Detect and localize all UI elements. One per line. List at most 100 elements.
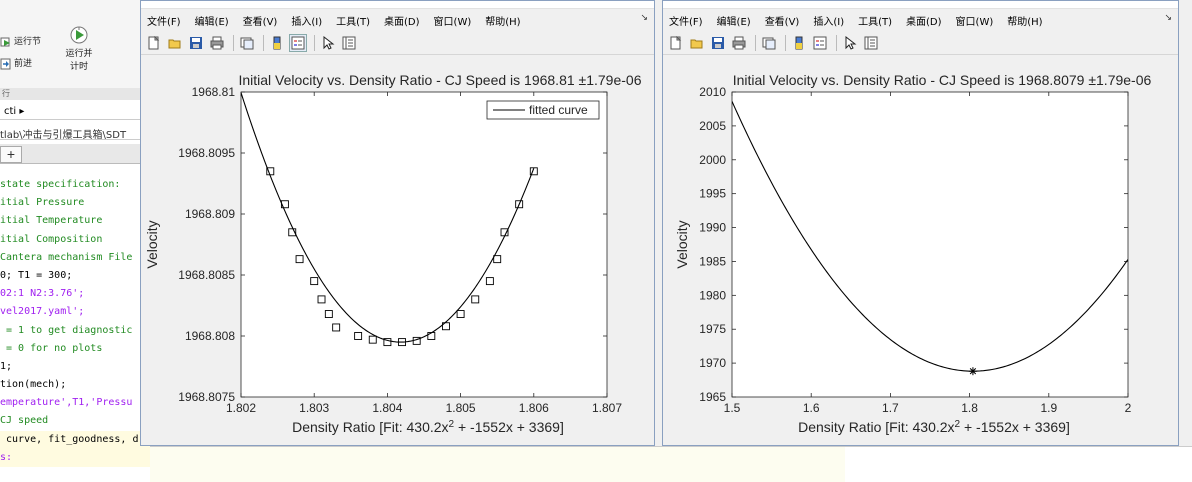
x-tick-label: 1.7	[882, 401, 899, 415]
pointer-icon[interactable]	[319, 34, 337, 52]
code-line[interactable]: = 1 to get diagnostic	[0, 322, 150, 340]
open-file-icon[interactable]	[166, 34, 184, 52]
colorbar-icon[interactable]	[790, 34, 808, 52]
pointer-icon[interactable]	[841, 34, 859, 52]
menu-insert[interactable]: 插入(I)	[291, 13, 322, 28]
code-line[interactable]: = 0 for no plots	[0, 340, 150, 358]
menu-help[interactable]: 帮助(H)	[485, 13, 520, 28]
print-icon[interactable]	[730, 34, 748, 52]
y-tick-label: 1968.8075	[178, 390, 235, 404]
advance-button[interactable]: 前进	[0, 56, 32, 70]
address-bar[interactable]: cti ▸	[0, 104, 150, 120]
y-tick-label: 1968.8085	[178, 268, 235, 282]
x-tick-label: 1.803	[299, 401, 329, 415]
figure-2-canvas[interactable]: Initial Velocity vs. Density Ratio - CJ …	[663, 55, 1179, 446]
figure-2-title-bar[interactable]	[663, 1, 1178, 9]
menu-help[interactable]: 帮助(H)	[1007, 13, 1042, 28]
code-line[interactable]: 0; T1 = 300;	[0, 267, 150, 285]
code-line[interactable]: tion(mech);	[0, 376, 150, 394]
figure-1-toolbar	[141, 31, 654, 55]
x-tick-label: 1.804	[372, 401, 402, 415]
run-and-time-icon	[62, 24, 96, 46]
save-icon[interactable]	[187, 34, 205, 52]
code-line[interactable]: state specification:	[0, 176, 150, 194]
code-line[interactable]: itial Composition	[0, 231, 150, 249]
menu-window[interactable]: 窗口(W)	[956, 13, 994, 28]
figure-1-title-bar[interactable]	[141, 1, 654, 9]
code-line[interactable]: CJ speed	[0, 412, 150, 430]
x-axis-label: Density Ratio [Fit: 430.2x2 + -1552x + 3…	[292, 419, 564, 436]
code-line[interactable]: Cantera mechanism File	[0, 249, 150, 267]
y-tick-label: 2000	[699, 153, 726, 167]
menu-tools[interactable]: 工具(T)	[336, 13, 370, 28]
property-editor-icon[interactable]	[340, 34, 358, 52]
menu-view[interactable]: 查看(V)	[765, 13, 800, 28]
menu-window[interactable]: 窗口(W)	[434, 13, 472, 28]
code-line[interactable]: itial Pressure	[0, 194, 150, 212]
legend[interactable]: fitted curve	[486, 100, 600, 120]
colorbar-icon[interactable]	[268, 34, 286, 52]
link-plot-icon[interactable]	[760, 34, 778, 52]
plot-area	[240, 91, 608, 398]
link-plot-icon[interactable]	[238, 34, 256, 52]
new-figure-icon[interactable]	[667, 34, 685, 52]
code-line[interactable]: itial Temperature	[0, 212, 150, 230]
run-and-time-label-1: 运行并	[65, 49, 93, 59]
y-tick-label: 1995	[699, 187, 726, 201]
menu-desktop[interactable]: 桌面(D)	[906, 13, 942, 28]
toolbar-separator	[755, 34, 756, 51]
x-tick-label: 1.5	[724, 401, 741, 415]
code-line[interactable]: 02:1 N2:3.76';	[0, 285, 150, 303]
right-background-panel	[845, 446, 1192, 482]
new-figure-icon[interactable]	[145, 34, 163, 52]
plot-area	[731, 91, 1129, 398]
menu-overflow-icon[interactable]: ↘	[1164, 13, 1172, 23]
menu-edit[interactable]: 编辑(E)	[717, 13, 751, 28]
property-editor-icon[interactable]	[862, 34, 880, 52]
print-icon[interactable]	[208, 34, 226, 52]
code-line[interactable]: vel2017.yaml';	[0, 303, 150, 321]
menu-view[interactable]: 查看(V)	[243, 13, 278, 28]
code-line[interactable]: s:	[0, 448, 150, 467]
advance-label: 前进	[14, 59, 33, 69]
y-tick-label: 1980	[699, 288, 726, 302]
code-line[interactable]: curve, fit_goodness, dratio_cj, plot_dat…	[0, 430, 150, 449]
legend-icon[interactable]	[289, 33, 307, 52]
menu-insert[interactable]: 插入(I)	[813, 13, 844, 28]
new-tab-button[interactable]: +	[0, 146, 22, 163]
legend-icon[interactable]	[811, 34, 829, 52]
figure-1-canvas[interactable]: Initial Velocity vs. Density Ratio - CJ …	[141, 55, 655, 446]
save-icon[interactable]	[709, 34, 727, 52]
y-tick-label: 1985	[699, 254, 726, 268]
figure-window-1[interactable]: 文件(F) 编辑(E) 查看(V) 插入(I) 工具(T) 桌面(D) 窗口(W…	[140, 0, 655, 446]
current-folder-path[interactable]: tlab\冲击与引爆工具箱\SDT	[0, 124, 150, 141]
code-line[interactable]: 1;	[0, 358, 150, 376]
toolbar-separator	[785, 34, 786, 51]
code-area[interactable]: state specification: itial Pressure itial …	[0, 176, 150, 467]
y-axis-label: Velocity	[144, 220, 160, 268]
run-section-button[interactable]: 运行节	[0, 34, 41, 48]
menu-edit[interactable]: 编辑(E)	[195, 13, 229, 28]
chart-title: Initial Velocity vs. Density Ratio - CJ …	[733, 72, 1152, 88]
menu-overflow-icon[interactable]: ↘	[640, 13, 648, 23]
editor-tab-strip: +	[0, 144, 150, 164]
y-tick-label: 1975	[699, 322, 726, 336]
toolbar-separator	[263, 34, 264, 51]
menu-file[interactable]: 文件(F)	[669, 13, 703, 28]
figure-1-menubar: 文件(F) 编辑(E) 查看(V) 插入(I) 工具(T) 桌面(D) 窗口(W…	[141, 9, 654, 31]
chart-2[interactable]: Initial Velocity vs. Density Ratio - CJ …	[663, 55, 1179, 446]
editor-ribbon: 运行节 前进 运行并 计时 行	[0, 0, 150, 100]
y-tick-label: 1965	[699, 390, 726, 404]
code-line[interactable]: emperature',T1,'Pressu	[0, 394, 150, 412]
menu-tools[interactable]: 工具(T)	[858, 13, 892, 28]
figure-2-menubar: 文件(F) 编辑(E) 查看(V) 插入(I) 工具(T) 桌面(D) 窗口(W…	[663, 9, 1178, 31]
open-file-icon[interactable]	[688, 34, 706, 52]
chart-1[interactable]: Initial Velocity vs. Density Ratio - CJ …	[141, 55, 655, 446]
y-tick-label: 2005	[699, 119, 726, 133]
run-and-time-button[interactable]: 运行并 计时	[62, 24, 96, 72]
menu-file[interactable]: 文件(F)	[147, 13, 181, 28]
editor-bottom-area	[150, 446, 845, 482]
menu-desktop[interactable]: 桌面(D)	[384, 13, 420, 28]
x-axis-label: Density Ratio [Fit: 430.2x2 + -1552x + 3…	[798, 419, 1070, 436]
figure-window-2[interactable]: 文件(F) 编辑(E) 查看(V) 插入(I) 工具(T) 桌面(D) 窗口(W…	[662, 0, 1179, 446]
